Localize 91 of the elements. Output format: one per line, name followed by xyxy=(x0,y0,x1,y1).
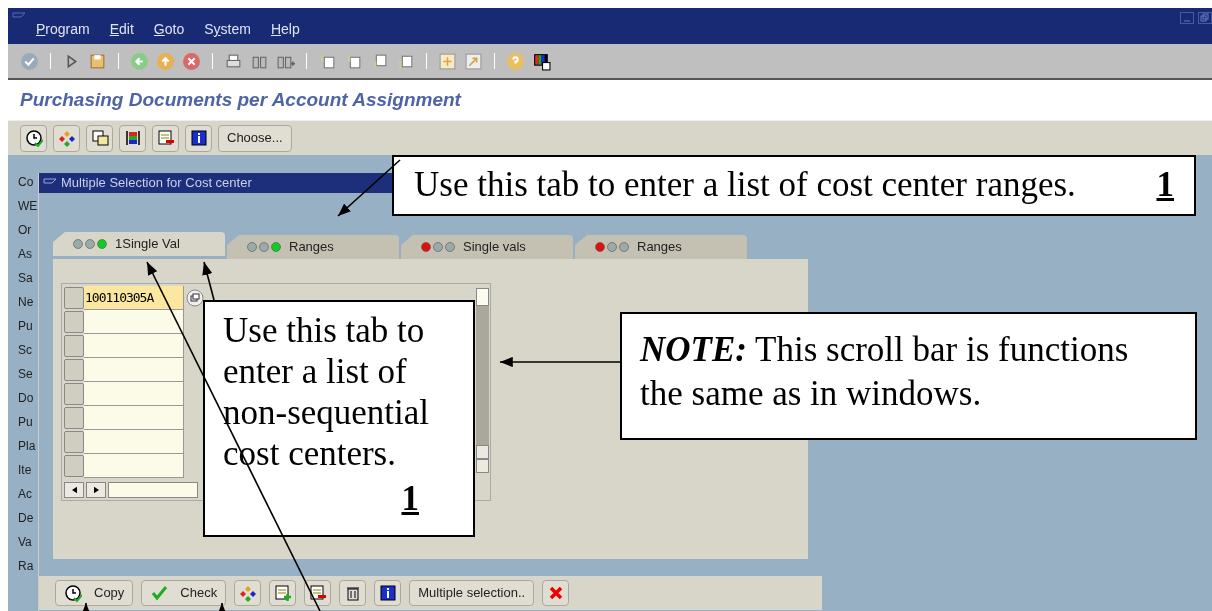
menu-item[interactable]: System xyxy=(204,19,251,40)
columns-button[interactable] xyxy=(119,124,146,152)
checkmark-icon xyxy=(150,584,169,602)
value-input[interactable] xyxy=(84,454,184,478)
menu-item[interactable]: Edit xyxy=(109,19,134,40)
row-selector[interactable] xyxy=(64,359,84,381)
field-label: Pu xyxy=(18,414,33,431)
callout-text: NOTE: This scroll bar is functions the same as in windows. xyxy=(640,330,1129,413)
diamonds-button[interactable] xyxy=(234,580,262,606)
up-icon[interactable] xyxy=(156,51,175,71)
value-input[interactable] xyxy=(84,334,184,358)
menu-item[interactable]: Help xyxy=(270,19,300,40)
horizontal-scrollbar[interactable] xyxy=(108,482,198,498)
minimize-icon[interactable] xyxy=(1180,12,1194,24)
columns-icon xyxy=(123,129,142,147)
field-label: Do xyxy=(18,390,34,407)
tab[interactable]: Single vals xyxy=(401,235,573,259)
diamonds-icon xyxy=(57,129,76,147)
field-label: Ac xyxy=(18,486,32,503)
clock-icon xyxy=(64,584,82,602)
tab[interactable]: 1Single Val xyxy=(53,232,225,256)
check-icon[interactable] xyxy=(20,51,39,71)
row-selector[interactable] xyxy=(64,455,84,477)
layout-icon[interactable] xyxy=(532,51,551,71)
menu-item[interactable]: Program xyxy=(36,19,90,40)
field-label: Va xyxy=(18,534,32,551)
scroll-left-button[interactable] xyxy=(64,482,84,498)
left-arrow-icon xyxy=(71,486,77,494)
scroll-right-button[interactable] xyxy=(86,482,106,498)
toolbar-button[interactable]: Copy xyxy=(55,580,134,606)
tab[interactable]: Ranges xyxy=(227,235,399,259)
add-row-icon xyxy=(273,584,292,602)
add-row-button[interactable] xyxy=(269,580,297,606)
pages-icon xyxy=(90,129,109,147)
clock-icon xyxy=(24,129,43,147)
field-label: De xyxy=(18,510,34,527)
field-label: As xyxy=(18,246,32,263)
clock-button[interactable] xyxy=(20,124,47,152)
toolbar-button[interactable]: Check xyxy=(141,580,227,606)
shortcut-icon[interactable] xyxy=(464,51,483,71)
callout-arrow xyxy=(80,602,92,611)
field-label: Sc xyxy=(18,342,32,359)
row-selector[interactable] xyxy=(64,287,84,309)
value-input[interactable]: 100110305A xyxy=(84,286,184,310)
value-input[interactable] xyxy=(84,430,184,454)
row-selector[interactable] xyxy=(64,311,84,333)
field-label: Sa xyxy=(18,270,33,287)
choose-button[interactable]: Choose... xyxy=(218,124,292,152)
tab[interactable]: Ranges xyxy=(575,235,747,259)
pages-button[interactable] xyxy=(86,124,113,152)
diamonds-button[interactable] xyxy=(53,124,80,152)
value-input[interactable] xyxy=(84,310,184,334)
info-icon xyxy=(378,584,397,602)
callout-number: 1 xyxy=(401,478,419,519)
field-label: WE xyxy=(18,198,38,215)
field-label: Ite xyxy=(18,462,32,479)
menu-item[interactable]: Goto xyxy=(153,19,185,40)
cancel-button[interactable] xyxy=(542,580,570,606)
field-label: Ra xyxy=(18,558,34,575)
trash-button[interactable] xyxy=(339,580,367,606)
vertical-scrollbar[interactable] xyxy=(476,288,489,473)
delete-row-icon xyxy=(156,129,175,147)
callout-text: Use this tab to enter a list of cost center ranges. xyxy=(414,164,1076,207)
info-button[interactable] xyxy=(374,580,402,606)
row-selector[interactable] xyxy=(64,431,84,453)
toolbar-button[interactable]: Multiple selection.. xyxy=(409,580,535,606)
cancel-icon[interactable] xyxy=(182,51,201,71)
diamonds-icon xyxy=(238,584,257,602)
field-label: Pu xyxy=(18,318,33,335)
value-input[interactable] xyxy=(84,382,184,406)
right-arrow-icon xyxy=(93,486,99,494)
row-selector[interactable] xyxy=(64,335,84,357)
info-button[interactable] xyxy=(185,124,212,152)
field-label: Ne xyxy=(18,294,34,311)
help-icon[interactable] xyxy=(506,51,525,71)
dialog-title: Multiple Selection for Cost center xyxy=(61,174,252,193)
delete-row-button[interactable] xyxy=(304,580,332,606)
restore-icon[interactable] xyxy=(1198,12,1212,24)
page-title: Purchasing Documents per Account Assignment xyxy=(19,87,463,112)
value-input[interactable] xyxy=(84,406,184,430)
field-label: Se xyxy=(18,366,33,383)
field-label: Or xyxy=(18,222,32,239)
value-input[interactable] xyxy=(84,358,184,382)
back-icon[interactable] xyxy=(130,51,149,71)
callout-number: 1 xyxy=(1156,164,1174,207)
multiple-selection-icon[interactable] xyxy=(186,289,204,307)
row-selector[interactable] xyxy=(64,407,84,429)
info-icon xyxy=(189,129,208,147)
field-label: Co xyxy=(18,174,34,191)
row-selector[interactable] xyxy=(64,383,84,405)
field-label: Pla xyxy=(18,438,36,455)
